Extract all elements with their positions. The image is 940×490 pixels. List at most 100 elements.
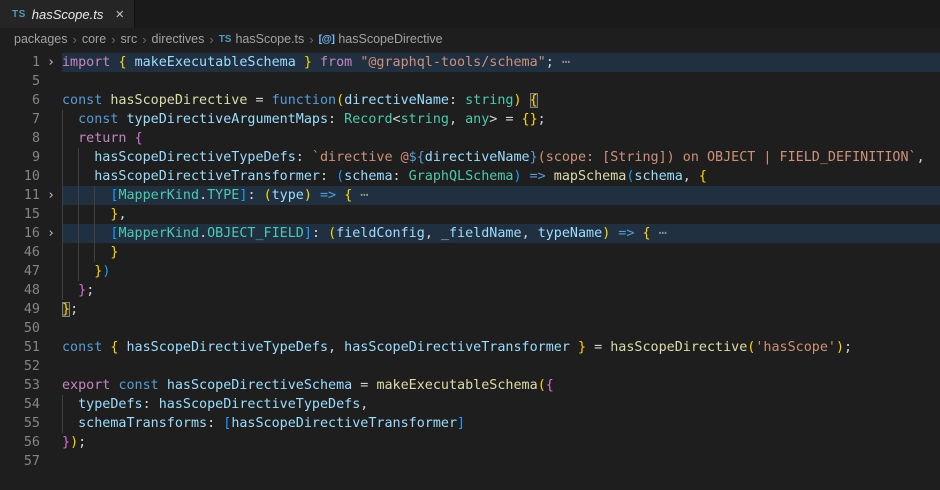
code-token: => [522, 169, 554, 184]
code-token: const [62, 93, 110, 108]
code-token: schema [344, 169, 392, 184]
code-token: } [62, 245, 118, 260]
gutter-spacer [40, 262, 62, 281]
code-content[interactable]: }; [62, 281, 940, 300]
code-token: hasScopeDirective [110, 93, 247, 108]
breadcrumb-item[interactable]: packages [14, 32, 68, 46]
code-token: ⋯ [562, 55, 570, 70]
code-token: { [643, 226, 651, 241]
code-content[interactable]: export const hasScopeDirectiveSchema = m… [62, 376, 940, 395]
code-content[interactable]: [MapperKind.TYPE]: (type) => { ⋯ [62, 186, 940, 205]
breadcrumb-item[interactable]: src [121, 32, 138, 46]
code-content[interactable]: } [62, 243, 940, 262]
code-content[interactable]: const typeDirectiveArgumentMaps: Record<… [62, 110, 940, 129]
code-content[interactable]: }); [62, 433, 940, 452]
code-content[interactable]: }) [62, 262, 940, 281]
code-content[interactable]: const { hasScopeDirectiveTypeDefs, hasSc… [62, 338, 940, 357]
fold-chevron-icon[interactable]: › [40, 186, 62, 205]
code-line[interactable]: 15 }, [0, 205, 940, 224]
code-content[interactable]: return { [62, 129, 940, 148]
breadcrumb-item[interactable]: core [82, 32, 106, 46]
code-line[interactable]: 51const { hasScopeDirectiveTypeDefs, has… [0, 338, 940, 357]
code-token: . [199, 188, 207, 203]
code-token: ${ [409, 150, 425, 165]
code-token: export [62, 378, 118, 393]
code-content[interactable]: [MapperKind.OBJECT_FIELD]: (fieldConfig,… [62, 224, 940, 243]
code-token: ; [78, 435, 86, 450]
breadcrumb-item[interactable]: directives [152, 32, 205, 46]
code-line[interactable]: 16› [MapperKind.OBJECT_FIELD]: (fieldCon… [0, 224, 940, 243]
code-content[interactable] [62, 72, 940, 91]
code-token: ) [513, 169, 521, 184]
code-content[interactable]: hasScopeDirectiveTransformer: (schema: G… [62, 167, 940, 186]
code-token: directiveName [344, 93, 449, 108]
indent-guide [78, 205, 79, 224]
code-line[interactable]: 9 hasScopeDirectiveTypeDefs: `directive … [0, 148, 940, 167]
code-line[interactable]: 48 }; [0, 281, 940, 300]
gutter-spacer [40, 338, 62, 357]
code-token: hasScopeDirectiveTransformer [62, 169, 320, 184]
code-token: > = [489, 112, 521, 127]
line-number: 54 [0, 395, 40, 414]
line-number: 5 [0, 72, 40, 91]
code-token: } [570, 340, 586, 355]
code-content[interactable]: hasScopeDirectiveTypeDefs: `directive @$… [62, 148, 940, 167]
gutter-spacer [40, 243, 62, 262]
code-line[interactable]: 49}; [0, 300, 940, 319]
code-line[interactable]: 56}); [0, 433, 940, 452]
code-content[interactable] [62, 319, 940, 338]
code-token: hasScopeDirectiveTypeDefs [127, 340, 329, 355]
code-content[interactable]: import { makeExecutableSchema } from "@g… [62, 53, 940, 72]
indent-guide [78, 243, 79, 262]
gutter-spacer [40, 452, 62, 471]
fold-chevron-icon[interactable]: › [40, 224, 62, 243]
indent-guide [78, 148, 79, 167]
code-token: schema [634, 169, 682, 184]
code-line[interactable]: 52 [0, 357, 940, 376]
code-content[interactable]: typeDefs: hasScopeDirectiveTypeDefs, [62, 395, 940, 414]
code-line[interactable]: 1›import { makeExecutableSchema } from "… [0, 53, 940, 72]
code-token: ( [328, 226, 336, 241]
code-content[interactable]: schemaTransforms: [hasScopeDirectiveTran… [62, 414, 940, 433]
code-line[interactable]: 57 [0, 452, 940, 471]
code-token: ] [304, 226, 312, 241]
code-line[interactable]: 6const hasScopeDirective = function(dire… [0, 91, 940, 110]
code-line[interactable]: 11› [MapperKind.TYPE]: (type) => { ⋯ [0, 186, 940, 205]
line-number: 9 [0, 148, 40, 167]
code-token: { [118, 55, 134, 70]
code-line[interactable]: 47 }) [0, 262, 940, 281]
line-number: 47 [0, 262, 40, 281]
code-line[interactable]: 10 hasScopeDirectiveTransformer: (schema… [0, 167, 940, 186]
tab-close-icon[interactable]: × [115, 7, 124, 22]
code-line[interactable]: 7 const typeDirectiveArgumentMaps: Recor… [0, 110, 940, 129]
code-line[interactable]: 8 return { [0, 129, 940, 148]
tab-hasscope[interactable]: TS hasScope.ts × [0, 0, 135, 28]
code-content[interactable] [62, 357, 940, 376]
line-number: 48 [0, 281, 40, 300]
code-token: { [135, 131, 143, 146]
indent-guide [94, 205, 95, 224]
code-token: import [62, 55, 118, 70]
line-number: 15 [0, 205, 40, 224]
code-token: hasScopeDirective [610, 340, 747, 355]
code-line[interactable]: 54 typeDefs: hasScopeDirectiveTypeDefs, [0, 395, 940, 414]
code-line[interactable]: 50 [0, 319, 940, 338]
code-token: MapperKind [118, 188, 199, 203]
code-content[interactable] [62, 452, 940, 471]
code-content[interactable]: const hasScopeDirective = function(direc… [62, 91, 940, 110]
code-token: ( [336, 93, 344, 108]
breadcrumb-item[interactable]: [@]hasScopeDirective [319, 32, 443, 46]
code-line[interactable]: 55 schemaTransforms: [hasScopeDirectiveT… [0, 414, 940, 433]
code-token: MapperKind [118, 226, 199, 241]
code-line[interactable]: 5 [0, 72, 940, 91]
fold-chevron-icon[interactable]: › [40, 53, 62, 72]
breadcrumb-item[interactable]: TShasScope.ts [219, 32, 305, 46]
code-editor[interactable]: 1›import { makeExecutableSchema } from "… [0, 50, 940, 490]
code-line[interactable]: 53export const hasScopeDirectiveSchema =… [0, 376, 940, 395]
code-content[interactable]: }; [62, 300, 940, 319]
code-line[interactable]: 46 } [0, 243, 940, 262]
code-content[interactable]: }, [62, 205, 940, 224]
code-token: : [320, 169, 336, 184]
gutter-spacer [40, 91, 62, 110]
code-token: => [610, 226, 642, 241]
